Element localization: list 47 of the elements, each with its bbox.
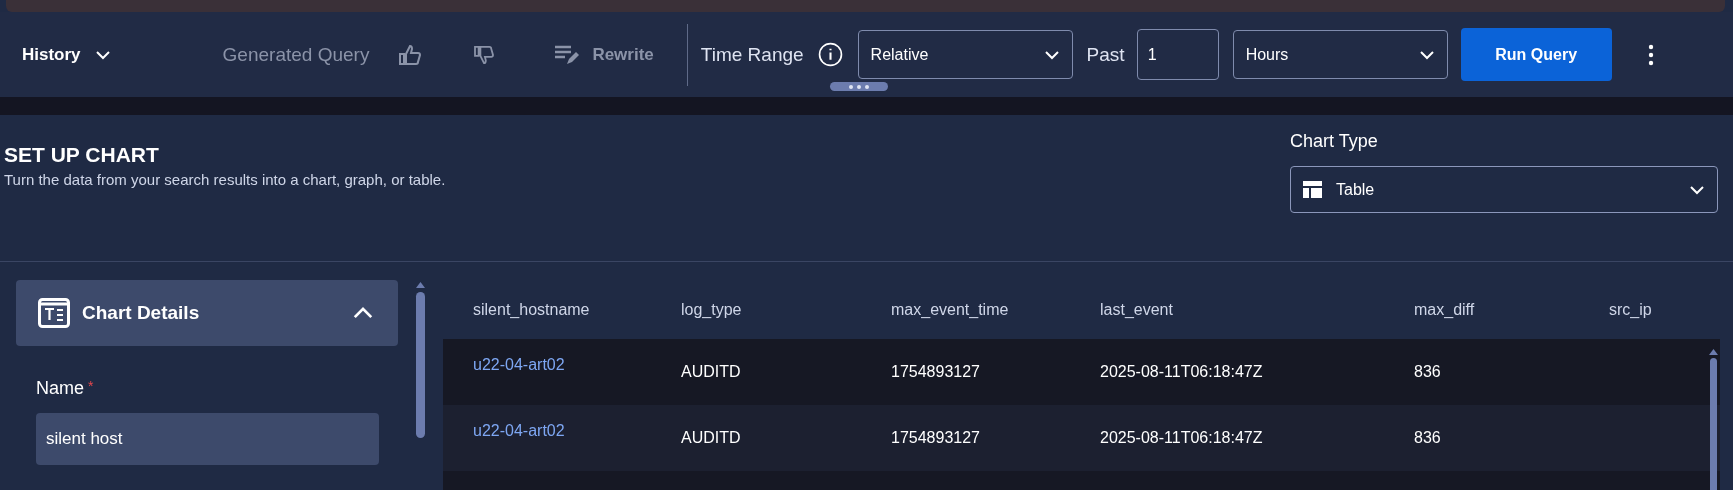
table-cell-text: 836 [1414,429,1442,448]
chart-type-select[interactable]: Table [1290,166,1718,213]
table-icon [1303,181,1322,198]
run-query-button[interactable]: Run Query [1460,28,1612,81]
column-header: max_diff [1414,300,1476,319]
scroll-up-icon[interactable] [1709,349,1718,355]
chart-type-label: Chart Type [1290,131,1379,152]
text-box-icon [38,298,70,328]
table-cell-text: 836 [1414,363,1442,382]
table-cell-text: AUDITD [681,363,742,382]
column-header: max_event_time [891,300,1010,319]
table-cell-text: 2025-08-11T06:18:47Z [1100,363,1264,382]
scrollbar-thumb[interactable] [1710,358,1717,490]
chart-type-value: Table [1336,180,1375,199]
generated-query-label: Generated Query [222,43,370,66]
column-header: src_ip [1609,300,1653,319]
required-mark: * [88,378,94,394]
thumbs-down-icon[interactable] [474,45,495,64]
range-mode-select[interactable]: Relative [857,30,1073,79]
past-label: Past [1086,43,1125,66]
unit-select[interactable]: Hours [1232,30,1448,79]
column-header: log_type [681,300,743,319]
table-cell-text: 2025-08-11T06:18:47Z [1100,429,1264,448]
info-icon[interactable] [817,42,843,67]
name-label: Name [36,378,84,399]
rewrite-button[interactable]: Rewrite [554,43,654,66]
column-header: silent_hostname [473,300,591,319]
table-cell-text: 1754893127 [891,363,981,382]
column-header: last_event [1100,300,1174,319]
scroll-up-icon[interactable] [415,282,425,288]
setup-title: SET UP CHART [4,143,160,167]
chart-details-header[interactable]: Chart Details [16,280,398,346]
history-dropdown[interactable]: History [22,44,111,65]
table-cell-text: 1754893127 [891,429,981,448]
name-field[interactable]: silent host [36,413,379,465]
host-link[interactable]: u22-04-art02 [473,422,681,441]
thumbs-up-icon[interactable] [399,44,422,65]
past-value-field[interactable]: 1 [1136,29,1219,80]
chart-details-title: Chart Details [82,302,201,324]
time-range-label: Time Range [700,43,804,66]
more-options-icon[interactable] [1647,43,1654,66]
edit-lines-icon [554,43,581,66]
scrollbar-thumb[interactable] [415,292,425,438]
host-link[interactable]: u22-04-art02 [473,356,681,375]
table-cell-text: AUDITD [681,429,742,448]
setup-subtitle: Turn the data from your search results into a chart, graph, or table. [4,171,446,188]
resize-handle[interactable] [830,82,888,91]
